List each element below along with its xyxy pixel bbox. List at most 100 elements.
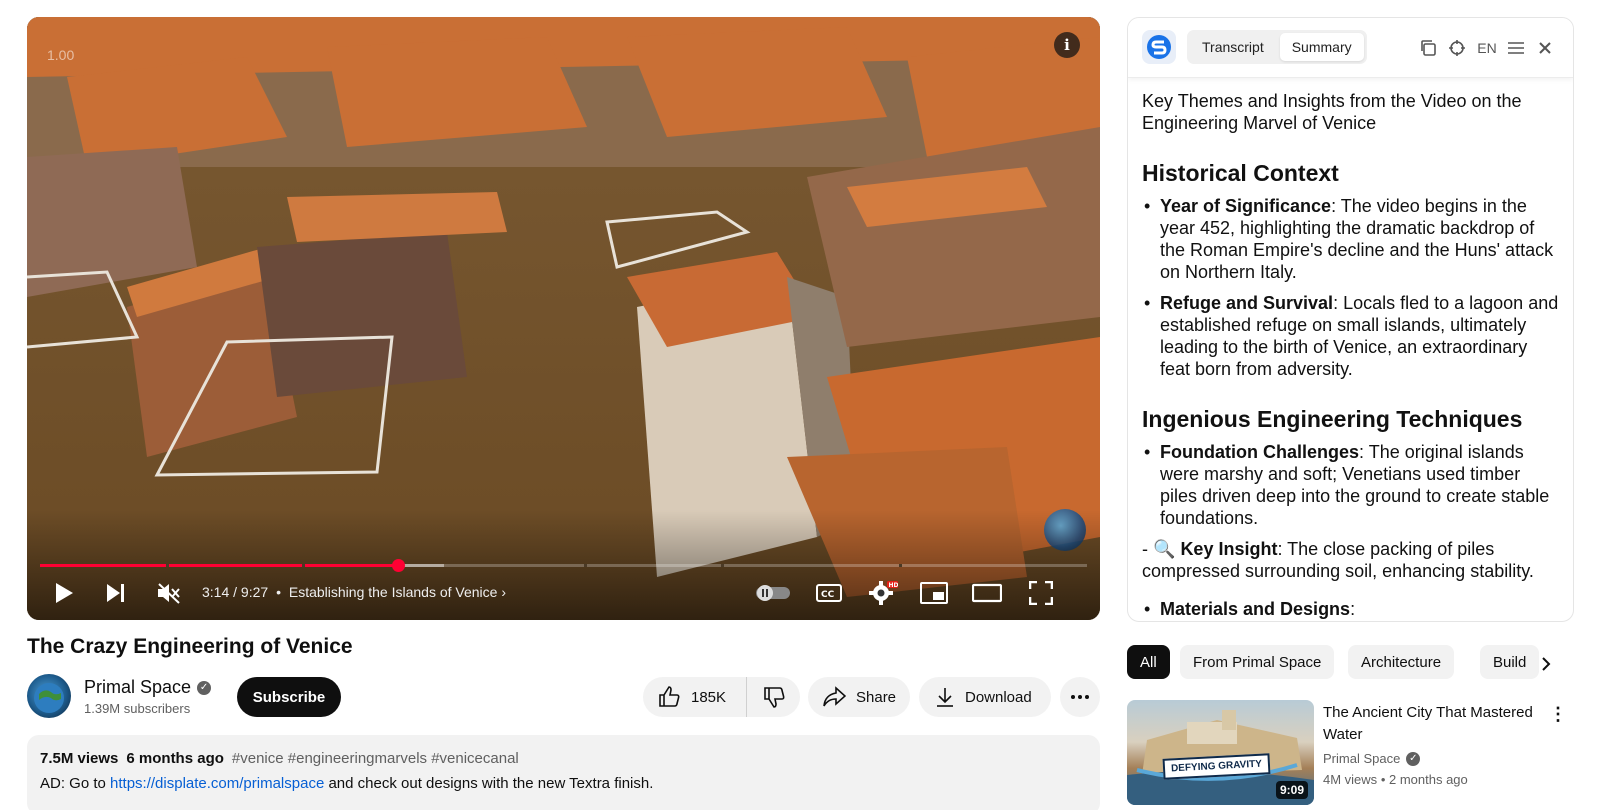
materials-bullets: Materials and Designs: (1142, 598, 1559, 620)
bullet-term: Refuge and Survival (1160, 293, 1334, 313)
time-display: 3:14 / 9:27 • Establishing the Islands o… (202, 584, 506, 600)
tab-summary[interactable]: Summary (1279, 33, 1364, 61)
more-vertical-icon[interactable]: ⋮ (1549, 702, 1567, 726)
download-button[interactable]: Download (919, 677, 1051, 717)
chapter-marker (720, 564, 724, 567)
mute-button[interactable] (152, 575, 186, 611)
section-title-historical: Historical Context (1142, 160, 1339, 186)
panel-tabs: Transcript Summary (1187, 30, 1367, 64)
bullet-item: Refuge and Survival: Locals fled to a la… (1142, 292, 1559, 380)
view-count: 7.5M views (40, 750, 119, 767)
copy-icon[interactable] (1418, 38, 1438, 58)
related-video-meta: 4M views • 2 months ago (1323, 772, 1468, 787)
time-separator: / (233, 584, 238, 600)
subscribe-button[interactable]: Subscribe (237, 677, 341, 717)
share-button[interactable]: Share (808, 677, 910, 717)
summary-extension-panel: Transcript Summary EN Key Themes and Ins… (1127, 17, 1574, 622)
progress-bar[interactable] (40, 559, 1087, 572)
engineering-bullets: Foundation Challenges: The original isla… (1142, 441, 1559, 529)
bullet-item: Materials and Designs: (1142, 598, 1559, 620)
captions-button[interactable]: CC (814, 575, 844, 611)
chapter-marker (165, 564, 169, 567)
chip-architecture[interactable]: Architecture (1348, 645, 1455, 679)
miniplayer-icon (920, 582, 948, 604)
sponsor-link[interactable]: https://displate.com/primalspace (110, 775, 324, 792)
video-player[interactable]: 1.00 i 3:14 / 9:27 • Establishing the Is… (27, 17, 1100, 620)
chapter-marker (584, 564, 588, 567)
autoplay-toggle-icon (756, 585, 790, 601)
section-title-engineering: Ingenious Engineering Techniques (1142, 406, 1523, 432)
chevron-right-icon[interactable] (1534, 652, 1558, 676)
verified-badge-icon: ✓ (197, 680, 212, 695)
related-views: 4M views (1323, 772, 1378, 787)
related-video-title[interactable]: The Ancient City That Mastered Water (1323, 702, 1543, 746)
related-age: 2 months ago (1388, 772, 1468, 787)
tab-transcript[interactable]: Transcript (1190, 33, 1276, 61)
settings-button[interactable]: HD (867, 575, 899, 611)
thumbs-up-icon (659, 686, 680, 707)
crosshair-icon[interactable] (1447, 38, 1467, 58)
channel-name-text[interactable]: Primal Space (84, 677, 191, 698)
autoplay-toggle[interactable] (753, 575, 793, 611)
upload-age: 6 months ago (126, 750, 224, 767)
historical-bullets: Year of Significance: The video begins i… (1142, 195, 1559, 380)
language-selector[interactable]: EN (1475, 38, 1499, 58)
chip-all[interactable]: All (1127, 645, 1170, 679)
more-horizontal-icon (1071, 695, 1089, 699)
close-icon[interactable] (1535, 38, 1555, 58)
video-duration: 9:09 (1275, 781, 1308, 799)
download-label: Download (965, 688, 1032, 706)
chapter-marker (898, 564, 902, 567)
description-suffix: and check out designs with the new Textr… (328, 775, 654, 792)
svg-text:CC: CC (821, 590, 835, 600)
theater-mode-icon (972, 583, 1002, 603)
chip-from-channel[interactable]: From Primal Space (1180, 645, 1335, 679)
bullet-term: Materials and Designs (1160, 599, 1351, 619)
bullet-term: Foundation Challenges (1160, 442, 1360, 462)
play-button[interactable] (49, 575, 79, 611)
related-channel-name[interactable]: Primal Space (1323, 751, 1400, 766)
svg-text:HD: HD (889, 582, 899, 589)
channel-avatar[interactable] (27, 674, 71, 718)
dislike-button[interactable] (747, 677, 800, 717)
related-channel[interactable]: Primal Space ✓ (1323, 751, 1421, 766)
panel-header: Transcript Summary EN (1128, 18, 1573, 78)
fullscreen-icon (1029, 581, 1053, 605)
thumbs-down-icon (763, 687, 784, 708)
like-count: 185K (691, 688, 727, 706)
related-video-thumbnail[interactable]: DEFYING GRAVITY 9:09 (1127, 700, 1314, 805)
dot-separator: • (276, 584, 281, 600)
next-button[interactable] (101, 575, 131, 611)
globe-avatar-image (34, 683, 64, 713)
closed-captions-icon: CC (816, 584, 842, 602)
video-title: The Crazy Engineering of Venice (27, 635, 353, 658)
insight-prefix: - 🔍 (1142, 539, 1176, 559)
extension-logo-icon[interactable] (1142, 30, 1176, 64)
bullet-item: Foundation Challenges: The original isla… (1142, 441, 1559, 529)
bullet-item: Year of Significance: The video begins i… (1142, 195, 1559, 283)
hashtags[interactable]: #venice #engineeringmarvels #venicecanal (232, 750, 519, 767)
fullscreen-button[interactable] (1025, 575, 1057, 611)
progress-scrubber-handle[interactable] (392, 559, 406, 572)
share-label: Share (856, 688, 897, 706)
chapter-marker (301, 564, 305, 567)
total-duration: 9:27 (240, 584, 269, 600)
play-icon (56, 583, 73, 603)
bullet-text: : (1350, 599, 1356, 619)
chapter-title[interactable]: Establishing the Islands of Venice (289, 584, 498, 600)
miniplayer-button[interactable] (918, 575, 950, 611)
description-prefix: AD: Go to (40, 775, 106, 792)
share-icon (823, 686, 846, 707)
chevron-right-icon[interactable]: › (501, 584, 506, 600)
skip-next-icon (107, 584, 124, 602)
theater-mode-button[interactable] (971, 575, 1003, 611)
menu-icon[interactable] (1506, 38, 1526, 58)
channel-name[interactable]: Primal Space ✓ (84, 677, 212, 698)
volume-muted-icon (158, 583, 180, 604)
description-box[interactable]: 7.5M views 6 months ago #venice #enginee… (27, 735, 1100, 810)
chip-build[interactable]: Build (1480, 645, 1540, 679)
more-actions-button[interactable] (1060, 677, 1100, 717)
info-icon[interactable]: i (1054, 32, 1080, 58)
like-button[interactable]: 185K (643, 677, 747, 717)
key-insight: - 🔍 Key Insight: The close packing of pi… (1142, 538, 1559, 582)
